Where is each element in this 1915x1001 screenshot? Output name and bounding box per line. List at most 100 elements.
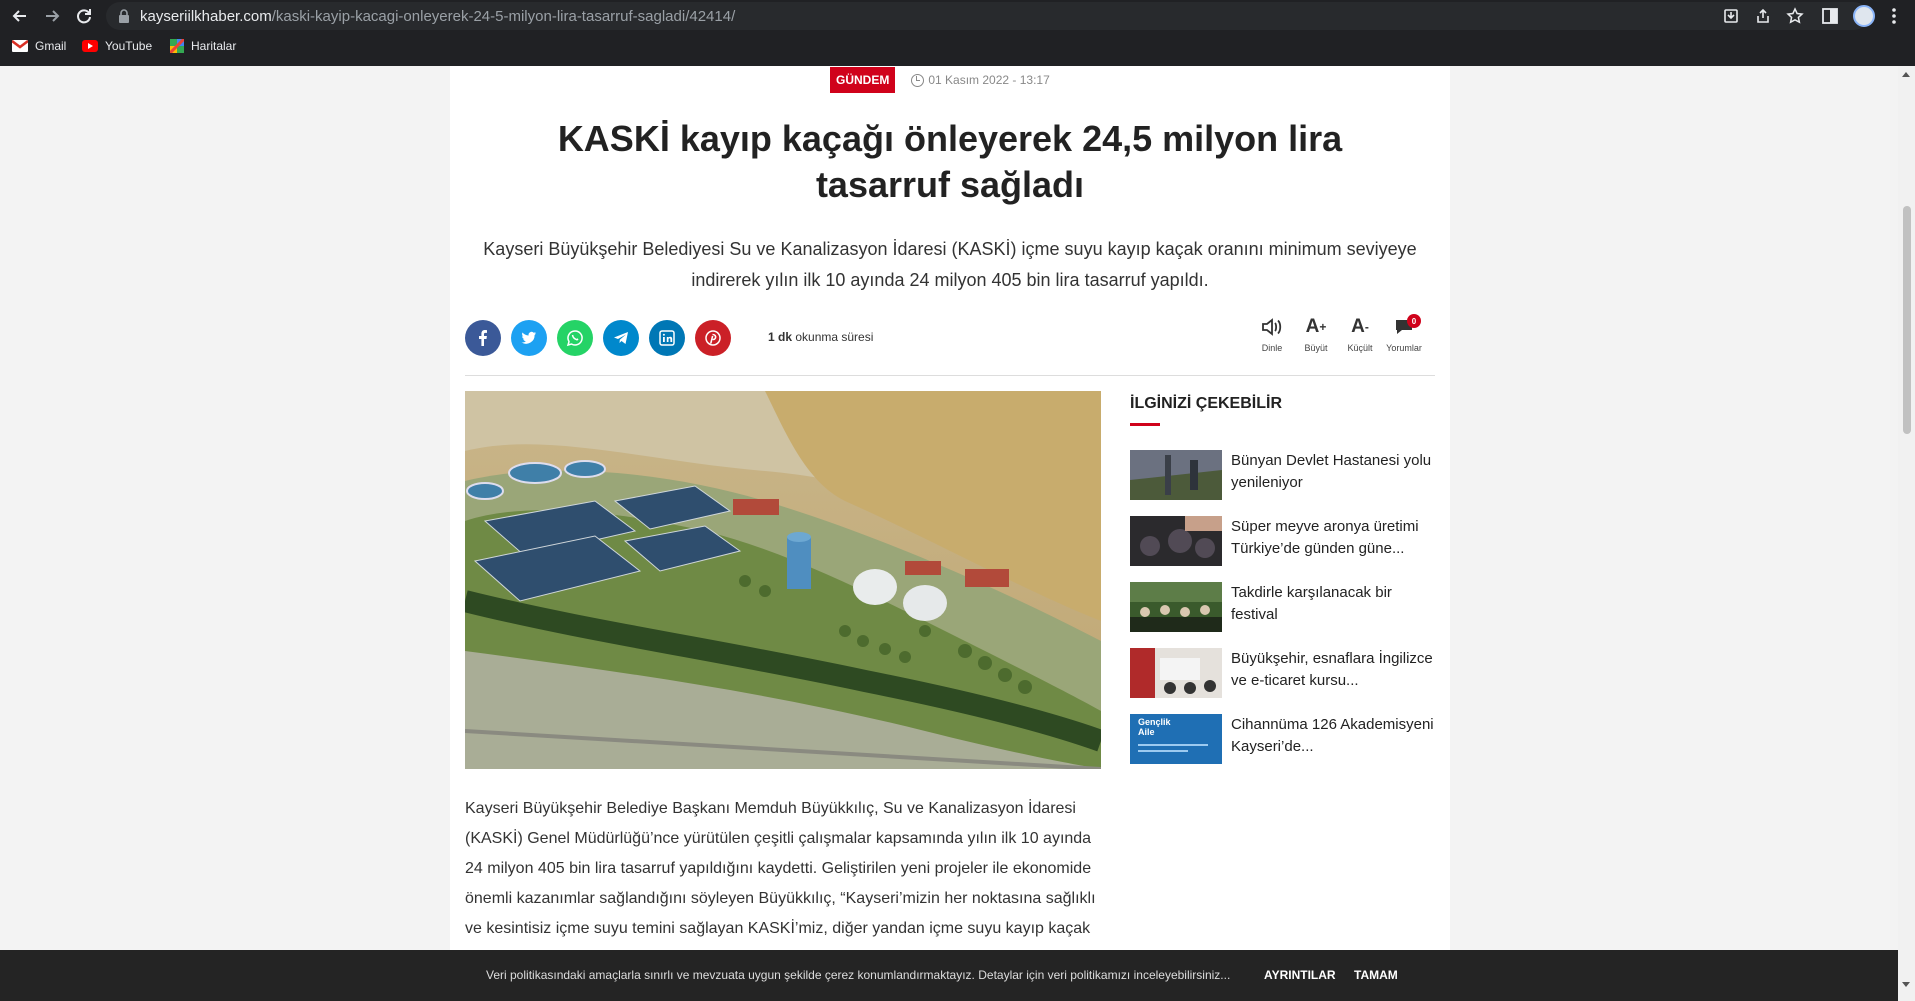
linkedin-icon [659, 330, 675, 346]
article-lead: Kayseri Büyükşehir Belediyesi Su ve Kana… [483, 239, 1417, 290]
profile-avatar[interactable] [1853, 5, 1875, 27]
bookmarks-bar: Gmail YouTube Haritalar [0, 36, 1915, 60]
related-title: Cihannüma 126 Akademisyeni Kayseri’de... [1231, 716, 1434, 755]
related-thumbnail [1130, 582, 1222, 632]
sidebar-title-underline [1130, 423, 1160, 426]
lock-icon [119, 9, 129, 23]
article-body: Kayseri Büyükşehir Belediye Başkanı Memd… [465, 800, 1096, 967]
category-badge[interactable]: GÜNDEM [830, 67, 896, 93]
bookmark-label: Gmail [35, 39, 67, 53]
pinterest-icon [705, 330, 721, 346]
url-text: kayseriilkhaber.com/kaski-kayip-kacagi-o… [140, 8, 735, 25]
related-item[interactable]: Gençlik Aile Cihannüma 126 Akademisyeni K… [1130, 714, 1435, 764]
listen-button[interactable]: Dinle [1250, 314, 1294, 353]
cookie-accept-button[interactable]: TAMAM [1354, 968, 1398, 982]
share-buttons [465, 320, 731, 356]
comments-label: Yorumlar [1386, 343, 1422, 353]
reload-button[interactable] [72, 4, 96, 28]
scrollbar-thumb[interactable] [1903, 206, 1911, 434]
install-icon[interactable] [1722, 7, 1740, 25]
related-title: Büyükşehir, esnaflara İngilizce ve e-tic… [1231, 650, 1433, 689]
omnibox[interactable]: kayseriilkhaber.com/kaski-kayip-kacagi-o… [106, 2, 1868, 30]
article-tools: Dinle A + Büyüt A- Küçült 0 Yorumlar [1250, 314, 1426, 353]
share-page-icon[interactable] [1754, 7, 1772, 25]
divider [465, 375, 1435, 376]
bookmark-maps[interactable]: Haritalar [170, 39, 236, 53]
font-smaller-label: Küçült [1347, 343, 1373, 353]
font-bigger-icon: A + [1294, 314, 1338, 340]
forward-button[interactable] [40, 4, 64, 28]
scroll-up-arrow[interactable] [1902, 72, 1910, 77]
url-path: /kaski-kayip-kacagi-onleyerek-24-5-milyo… [271, 8, 736, 25]
youtube-icon [82, 40, 98, 52]
related-thumbnail [1130, 648, 1222, 698]
thumbnail-caption-line2: Aile [1138, 727, 1155, 737]
browser-chrome: kayseriilkhaber.com/kaski-kayip-kacagi-o… [0, 0, 1915, 66]
related-title: Süper meyve aronya üretimi Türkiye’de gü… [1231, 518, 1419, 557]
listen-label: Dinle [1261, 343, 1283, 353]
comment-count-badge: 0 [1407, 314, 1421, 328]
facebook-icon [479, 330, 487, 346]
more-menu-icon[interactable] [1884, 6, 1904, 26]
share-telegram-button[interactable] [603, 320, 639, 356]
related-item[interactable]: Büyükşehir, esnaflara İngilizce ve e-tic… [1130, 648, 1435, 698]
font-bigger-label: Büyüt [1304, 343, 1328, 353]
date-text: 01 Kasım 2022 - 13:17 [928, 73, 1050, 87]
page-viewport: GÜNDEM 01 Kasım 2022 - 13:17 KASKİ kayıp… [0, 66, 1898, 1001]
speaker-icon [1262, 318, 1282, 336]
maps-icon [170, 39, 184, 53]
font-smaller-sign: - [1364, 320, 1369, 334]
related-title: Takdirle karşılanacak bir festival [1231, 584, 1392, 623]
back-button[interactable] [8, 4, 32, 28]
article-hero-image[interactable] [465, 391, 1101, 769]
related-item[interactable]: Süper meyve aronya üretimi Türkiye’de gü… [1130, 516, 1435, 566]
article-container: GÜNDEM 01 Kasım 2022 - 13:17 KASKİ kayıp… [450, 66, 1450, 1001]
thumbnail-caption-line1: Gençlik [1138, 717, 1171, 727]
related-thumbnail: Gençlik Aile [1130, 714, 1222, 764]
bookmark-gmail[interactable]: Gmail [12, 39, 66, 53]
address-bar-row: kayseriilkhaber.com/kaski-kayip-kacagi-o… [0, 0, 1915, 32]
url-host: kayseriilkhaber.com [140, 8, 272, 25]
font-bigger-letter: A [1305, 316, 1320, 337]
share-facebook-button[interactable] [465, 320, 501, 356]
related-thumbnail [1130, 450, 1222, 500]
page-scrollbar[interactable] [1898, 66, 1915, 1001]
reading-time-label: okunma süresi [795, 330, 874, 344]
star-icon[interactable] [1786, 7, 1804, 25]
share-pinterest-button[interactable] [695, 320, 731, 356]
related-title: Bünyan Devlet Hastanesi yolu yenileniyor [1231, 452, 1432, 491]
reading-time: 1 dk okunma süresi [768, 330, 873, 344]
bookmark-youtube[interactable]: YouTube [82, 39, 152, 53]
twitter-icon [521, 331, 536, 344]
share-twitter-button[interactable] [511, 320, 547, 356]
font-bigger-button[interactable]: A + Büyüt [1294, 314, 1338, 353]
scroll-down-arrow[interactable] [1902, 982, 1910, 987]
arrow-right-icon [46, 10, 60, 22]
clock-icon [911, 73, 925, 87]
bookmark-label: Haritalar [191, 39, 237, 53]
cookie-settings-button[interactable]: AYRINTILAR [1264, 968, 1336, 982]
cookie-consent-bar: Veri politikasındaki amaçlarla sınırlı v… [0, 950, 1898, 1001]
comments-button[interactable]: 0 Yorumlar [1382, 314, 1426, 353]
telegram-icon [614, 332, 628, 344]
sidebar-related: İLGİNİZİ ÇEKEBİLİR Bünyan Devlet Hastane… [1130, 391, 1435, 780]
thumbnail-caption: Gençlik Aile [1138, 717, 1171, 737]
whatsapp-icon [566, 330, 583, 347]
share-whatsapp-button[interactable] [557, 320, 593, 356]
font-bigger-sign: + [1319, 320, 1327, 334]
font-smaller-button[interactable]: A- Küçült [1338, 314, 1382, 353]
font-smaller-letter: A [1351, 316, 1365, 337]
gmail-icon [12, 40, 28, 52]
side-panel-icon[interactable] [1820, 6, 1840, 26]
publish-date: 01 Kasım 2022 - 13:17 [911, 73, 1050, 87]
water-treatment-plant-photo [465, 391, 1101, 769]
reading-time-value: 1 dk [768, 330, 793, 344]
share-linkedin-button[interactable] [649, 320, 685, 356]
cookie-text: Veri politikasındaki amaçlarla sınırlı v… [486, 968, 1231, 982]
article-meta: GÜNDEM 01 Kasım 2022 - 13:17 [830, 66, 1050, 94]
related-thumbnail [1130, 516, 1222, 566]
article-title: KASKİ kayıp kaçağı önleyerek 24,5 milyon… [557, 118, 1343, 205]
related-item[interactable]: Takdirle karşılanacak bir festival [1130, 582, 1435, 632]
bookmark-label: YouTube [105, 39, 153, 53]
related-item[interactable]: Bünyan Devlet Hastanesi yolu yenileniyor [1130, 450, 1435, 500]
